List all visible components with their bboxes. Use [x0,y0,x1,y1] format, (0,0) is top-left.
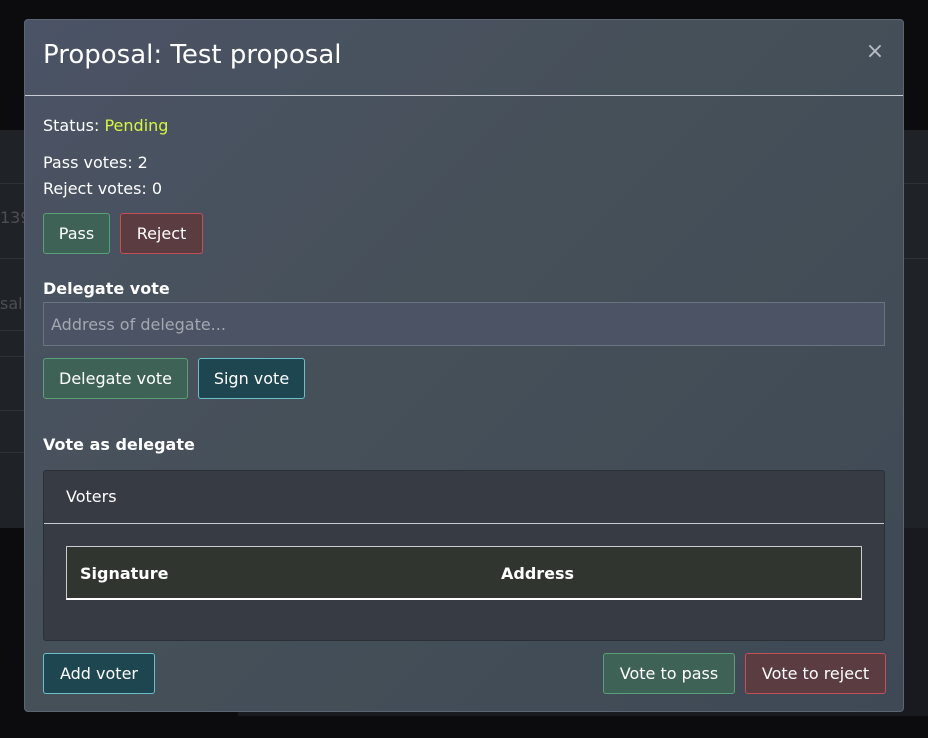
pass-button[interactable]: Pass [43,213,110,254]
add-voter-button[interactable]: Add voter [43,653,155,694]
status-label: Status: [43,116,100,135]
voters-table: Signature Address [66,546,862,600]
close-icon[interactable]: × [863,40,887,64]
voters-card: Voters Signature Address [43,470,885,641]
modal-title: Proposal: Test proposal [43,40,342,70]
vote-to-pass-button[interactable]: Vote to pass [603,653,735,694]
pass-votes-count: Pass votes: 2 [43,153,148,172]
proposal-modal: Proposal: Test proposal × Status: Pendin… [24,19,904,712]
delegate-vote-button[interactable]: Delegate vote [43,358,188,399]
delegate-vote-label: Delegate vote [43,279,170,298]
modal-header: Proposal: Test proposal × [25,20,903,96]
vote-to-reject-button[interactable]: Vote to reject [745,653,886,694]
status-badge: Pending [104,116,169,135]
column-header-address: Address [501,564,575,583]
status-line: Status: Pending [43,116,168,135]
column-header-signature: Signature [80,564,169,583]
delegate-address-input[interactable] [43,302,885,346]
reject-button[interactable]: Reject [120,213,203,254]
reject-votes-count: Reject votes: 0 [43,179,163,198]
voters-card-header: Voters [44,471,884,524]
voters-title: Voters [66,487,117,506]
vote-as-delegate-label: Vote as delegate [43,435,195,454]
sign-vote-button[interactable]: Sign vote [198,358,305,399]
